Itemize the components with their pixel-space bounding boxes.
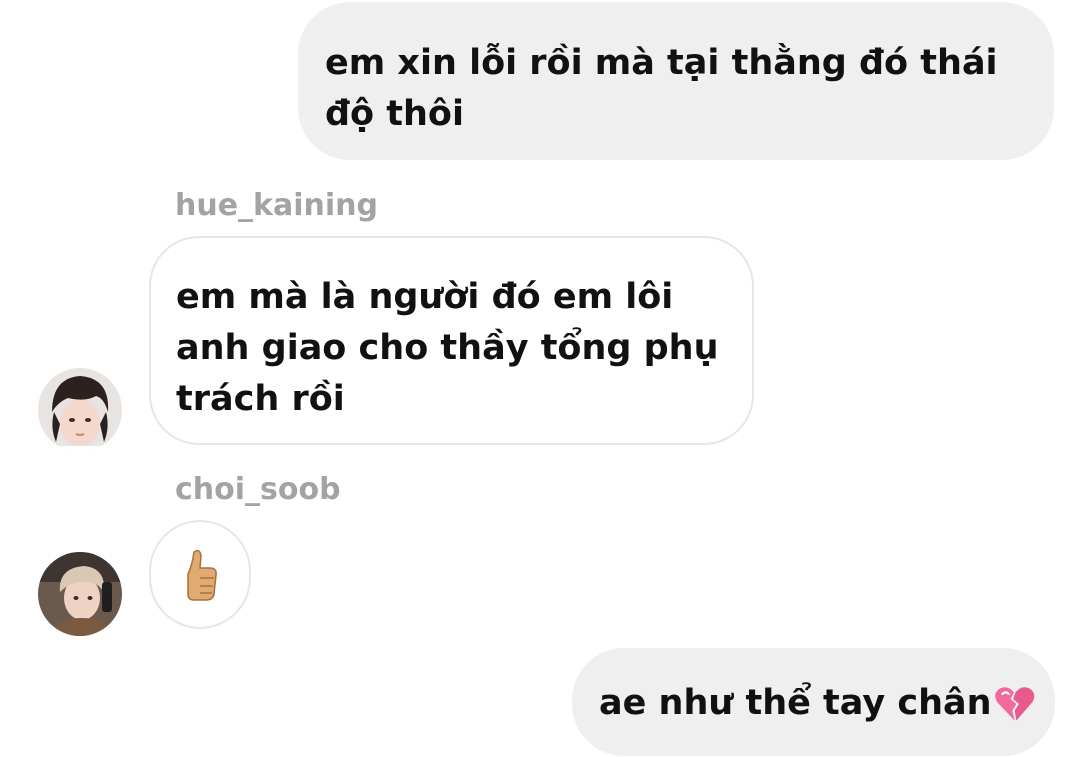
broken-heart-icon bbox=[994, 686, 1034, 721]
message-line: độ thôi bbox=[325, 94, 464, 134]
message-line: ae như thể tay chân bbox=[599, 678, 1035, 729]
outgoing-message-bubble[interactable]: em xin lỗi rồi mà tại thằng đó thái độ t… bbox=[298, 2, 1054, 160]
sender-name: hue_kaining bbox=[175, 188, 379, 223]
message-thread: em xin lỗi rồi mà tại thằng đó thái độ t… bbox=[0, 0, 1080, 757]
avatar-choi-soob[interactable] bbox=[38, 552, 122, 636]
incoming-emoji-bubble[interactable] bbox=[149, 520, 251, 629]
message-line: anh giao cho thầy tổng phụ bbox=[176, 328, 719, 368]
outgoing-message-bubble[interactable]: ae như thể tay chân bbox=[572, 648, 1055, 756]
avatar-hue-kaining[interactable] bbox=[38, 368, 122, 452]
thumbs-up-icon bbox=[187, 549, 217, 601]
message-line: em xin lỗi rồi mà tại thằng đó thái bbox=[325, 43, 998, 83]
message-text: ae như thể tay chân bbox=[599, 683, 992, 723]
sender-name: choi_soob bbox=[175, 472, 341, 507]
incoming-message-bubble[interactable]: em mà là người đó em lôi anh giao cho th… bbox=[149, 236, 754, 445]
message-line: trách rồi bbox=[176, 379, 345, 419]
avatar-photo-icon bbox=[38, 552, 122, 636]
message-line: em mà là người đó em lôi bbox=[176, 277, 674, 317]
avatar-photo-icon bbox=[38, 368, 122, 452]
